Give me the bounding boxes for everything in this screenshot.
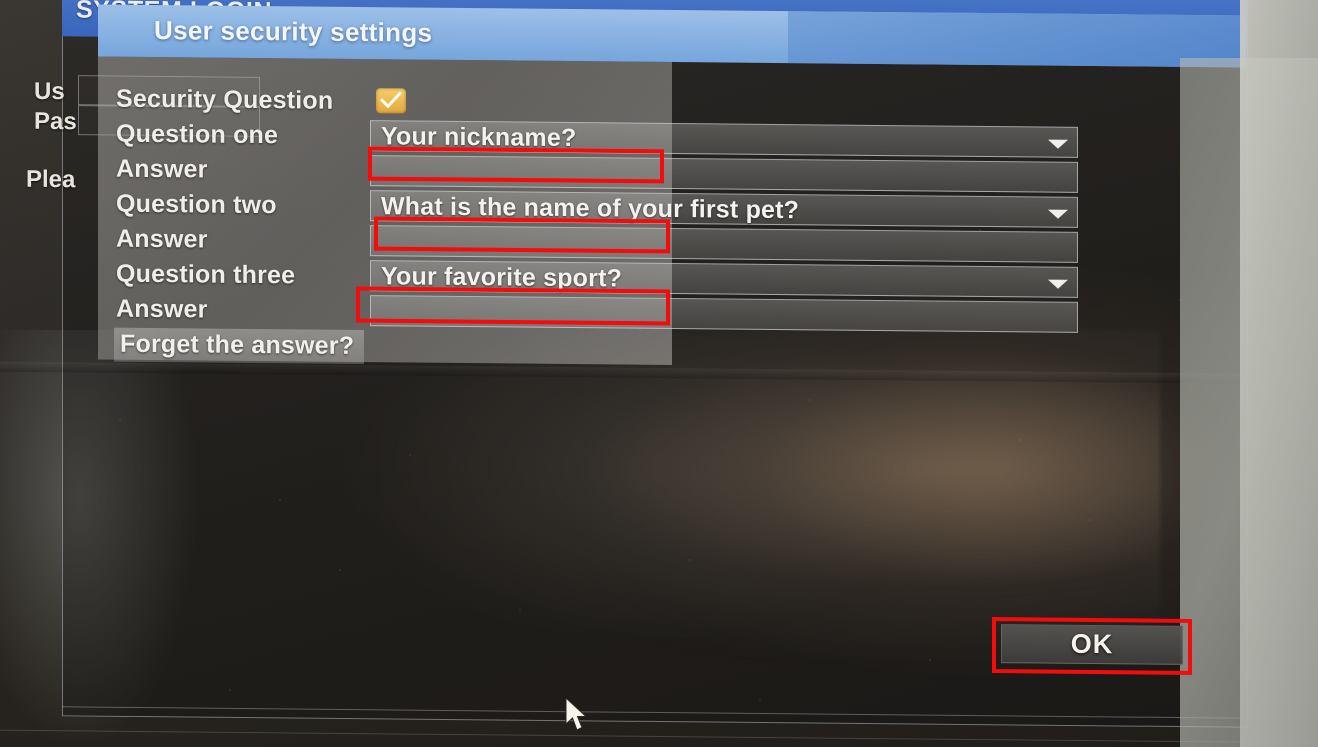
answer-three-input[interactable] [370,295,1078,333]
question-two-label: Question two [116,189,277,220]
question-three-dropdown[interactable]: Your favorite sport? [370,260,1078,298]
monitor-screen: SYSTEM LOGIN Us Pas Plea User security s… [0,0,1318,747]
forget-the-answer-link[interactable]: Forget the answer? [114,327,365,365]
answer-two-input[interactable] [370,225,1078,263]
answer-one-label: Answer [116,154,208,184]
question-one-label: Question one [116,119,279,150]
user-security-settings-title: User security settings [154,15,433,48]
chevron-down-icon [1048,279,1068,289]
question-two-dropdown[interactable]: What is the name of your first pet? [370,190,1078,228]
security-question-checkbox[interactable] [376,88,406,114]
bg-password-label: Pas [34,107,77,136]
question-three-value: Your favorite sport? [381,262,623,293]
chevron-down-icon [1048,139,1068,149]
question-one-dropdown[interactable]: Your nickname? [370,120,1078,158]
ok-button-label: OK [1070,628,1114,660]
bg-hint-label: Plea [26,165,76,194]
bezel-glare [1240,0,1318,747]
check-icon [380,91,402,108]
question-one-value: Your nickname? [381,122,577,153]
user-security-settings-dialog: User security settings Security Question… [98,4,1246,370]
question-three-label: Question three [116,259,296,290]
answer-three-label: Answer [116,294,208,324]
answer-two-label: Answer [116,224,208,254]
chevron-down-icon [1048,209,1068,219]
answer-one-input[interactable] [370,155,1078,193]
question-two-value: What is the name of your first pet? [381,192,800,225]
security-question-label: Security Question [116,84,334,115]
bg-username-label: Us [34,77,65,106]
ok-button[interactable]: OK [1001,624,1183,665]
